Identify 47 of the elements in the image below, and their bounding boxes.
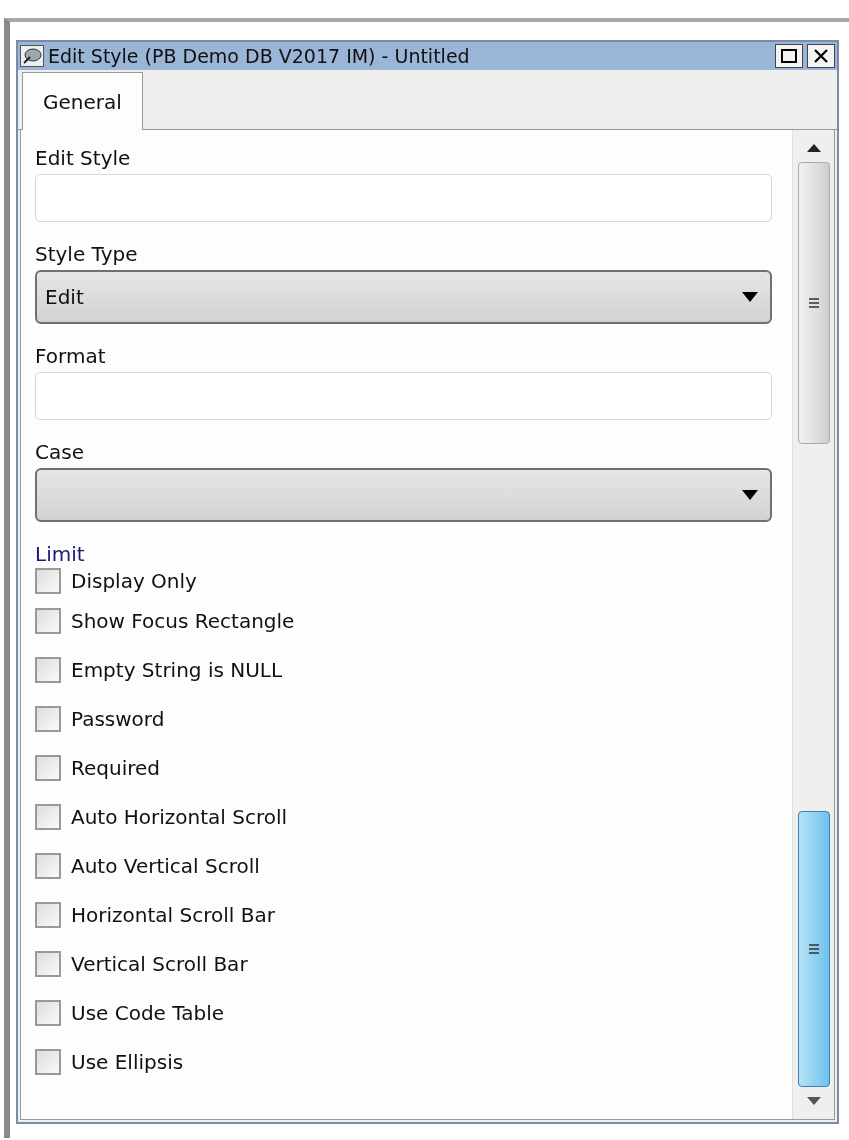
scroll-thumb[interactable] — [797, 811, 830, 1087]
scroll-down-icon — [806, 1097, 821, 1105]
grip-icon — [807, 943, 820, 955]
limit-label: Limit — [35, 542, 86, 566]
checkbox-label: Use Code Table — [71, 1000, 224, 1025]
checkbox-label: Password — [71, 706, 165, 731]
checkbox[interactable] — [35, 852, 61, 879]
checkbox[interactable] — [35, 607, 61, 634]
caret-icon — [742, 490, 758, 500]
checkbox-label: Vertical Scroll Bar — [71, 951, 248, 976]
scroll-thumb[interactable] — [797, 162, 830, 444]
checkbox[interactable] — [35, 754, 61, 781]
checkbox-label: Auto Horizontal Scroll — [71, 804, 288, 829]
caret-icon — [742, 292, 758, 302]
checkbox-label: Horizontal Scroll Bar — [71, 902, 275, 927]
field-label: Edit Style — [35, 146, 132, 170]
tab[interactable]: General — [22, 72, 143, 130]
window-title: Edit Style (PB Demo DB V2017 IM) - Untitled — [48, 45, 471, 67]
checkbox[interactable] — [35, 1048, 61, 1075]
input-field[interactable] — [35, 372, 772, 420]
grip-icon — [807, 297, 820, 309]
close-icon — [813, 48, 829, 64]
field-label: Case — [35, 440, 85, 464]
field-label: Format — [35, 344, 107, 368]
checkbox-label: Auto Vertical Scroll — [71, 853, 260, 878]
scroll-up-icon — [806, 144, 821, 152]
checkbox-label: Display Only — [71, 569, 197, 593]
checkbox[interactable] — [35, 705, 61, 732]
maximize-button[interactable] — [775, 44, 803, 68]
dropdown[interactable]: Edit — [35, 270, 772, 324]
checkbox[interactable] — [35, 999, 61, 1026]
checkbox[interactable] — [35, 803, 61, 830]
checkbox[interactable] — [35, 950, 61, 977]
checkbox[interactable] — [35, 568, 61, 594]
dropdown[interactable] — [35, 468, 772, 522]
checkbox-label: Required — [71, 755, 160, 780]
input-field[interactable] — [35, 174, 772, 222]
close-button[interactable] — [807, 44, 835, 68]
checkbox-label: Empty String is NULL — [71, 657, 283, 682]
scrollbar[interactable] — [792, 130, 834, 1119]
checkbox-label: Use Ellipsis — [71, 1049, 184, 1074]
field-label: Style Type — [35, 242, 139, 266]
checkbox-label: Show Focus Rectangle — [71, 608, 295, 633]
maximize-icon — [781, 49, 797, 63]
app-icon — [20, 45, 44, 67]
checkbox[interactable] — [35, 656, 61, 683]
checkbox[interactable] — [35, 901, 61, 928]
